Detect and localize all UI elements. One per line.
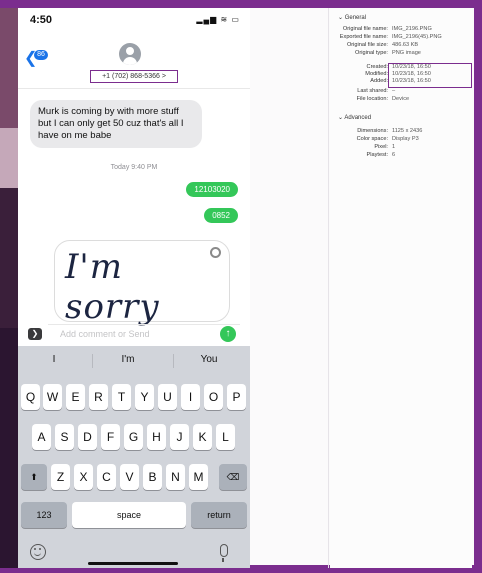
info-key: Created: [366, 64, 388, 70]
left-edge-photo [0, 328, 18, 568]
key-d[interactable]: D [78, 424, 97, 450]
outgoing-message-bubble[interactable]: 12103020 [186, 182, 238, 197]
key-g[interactable]: G [124, 424, 143, 450]
info-key: Color space: [356, 136, 388, 142]
emoji-icon[interactable] [30, 544, 46, 560]
info-key: Pixel: [374, 144, 388, 150]
info-value: Display P3 [392, 136, 419, 142]
prediction-item[interactable]: I'm [116, 354, 140, 365]
home-indicator [88, 562, 178, 565]
info-value: Device [392, 96, 410, 102]
key-r[interactable]: R [89, 384, 108, 410]
key-b[interactable]: B [143, 464, 162, 490]
key-h[interactable]: H [147, 424, 166, 450]
header-divider [18, 88, 250, 89]
key-o[interactable]: O [204, 384, 223, 410]
advanced-heading-text: Advanced [344, 115, 372, 121]
info-value: 1 [392, 144, 396, 150]
microphone-icon[interactable] [220, 544, 228, 562]
delete-icon[interactable]: ⌫ [219, 464, 247, 490]
key-p[interactable]: P [227, 384, 246, 410]
prediction-divider [92, 354, 93, 368]
outgoing-message-bubble[interactable]: 0852 [204, 208, 238, 223]
phone-screenshot: 4:50 ▂▄▆ ≋ ▭ ❮ 86 +1 (702) 868-5366 > Mu… [18, 8, 250, 568]
status-icons: ▂▄▆ ≋ ▭ [196, 15, 240, 24]
file-info-panel: ⌄ General Original file name: IMG_2196.PN… [330, 8, 472, 568]
key-f[interactable]: F [101, 424, 120, 450]
key-m[interactable]: M [189, 464, 208, 490]
info-key: Exported file name: [339, 34, 388, 40]
message-timestamp: Today 9:40 PM [110, 164, 158, 171]
return-key[interactable]: return [191, 502, 247, 528]
info-value: 6 [392, 152, 396, 158]
info-value: IMG_2196.PNG [392, 26, 432, 32]
unread-badge[interactable]: 86 [34, 50, 48, 60]
general-section-heading[interactable]: ⌄ General [338, 14, 366, 21]
info-key: Original type: [355, 50, 388, 56]
info-key: Dimensions: [357, 128, 388, 134]
contact-phone-number[interactable]: +1 (702) 868-5366 > [90, 70, 178, 83]
prediction-bar: I I'm You [18, 346, 250, 376]
key-e[interactable]: E [66, 384, 85, 410]
key-s[interactable]: S [55, 424, 74, 450]
status-bar: 4:50 ▂▄▆ ≋ ▭ [18, 8, 250, 30]
handwriting-canvas[interactable]: I'm sorry [54, 240, 230, 327]
prediction-item[interactable]: I [48, 354, 60, 365]
shift-icon[interactable]: ⬆ [21, 464, 47, 490]
info-value: PNG image [392, 50, 421, 56]
person-head-icon [126, 47, 134, 55]
key-t[interactable]: T [112, 384, 131, 410]
info-key: Modified: [365, 71, 388, 77]
info-key: Playtest: [366, 152, 388, 158]
key-i[interactable]: I [181, 384, 200, 410]
prediction-divider [173, 354, 174, 368]
status-time: 4:50 [30, 14, 53, 26]
info-key: Original file name: [342, 26, 388, 32]
key-l[interactable]: L [216, 424, 235, 450]
space-key[interactable]: space [72, 502, 186, 528]
general-heading-text: General [344, 15, 367, 21]
info-value: 486.63 KB [392, 42, 419, 48]
handwriting-text: I'm sorry [65, 247, 160, 327]
advanced-section-heading[interactable]: ⌄ Advanced [338, 114, 371, 121]
comment-placeholder: Add comment or Send [60, 329, 150, 339]
info-value: 10/23/18, 16:50 [392, 78, 431, 84]
key-v[interactable]: V [120, 464, 139, 490]
send-arrow-icon[interactable]: ↑ [220, 326, 236, 342]
person-body-icon [123, 57, 137, 65]
info-key: File location: [356, 96, 388, 102]
key-y[interactable]: Y [135, 384, 154, 410]
info-key: Last shared: [357, 88, 388, 94]
key-c[interactable]: C [97, 464, 116, 490]
key-x[interactable]: X [74, 464, 93, 490]
key-k[interactable]: K [193, 424, 212, 450]
info-value: 10/23/18, 16:50 [392, 64, 431, 70]
left-edge-photo [0, 128, 18, 188]
key-a[interactable]: A [32, 424, 51, 450]
contact-avatar[interactable] [119, 43, 141, 65]
incoming-message-bubble[interactable]: Murk is coming by with more stuff but I … [30, 100, 202, 148]
key-n[interactable]: N [166, 464, 185, 490]
info-value: 1125 x 2436 [392, 128, 423, 134]
info-value: – [392, 88, 396, 94]
panel-divider [328, 8, 329, 568]
key-j[interactable]: J [170, 424, 189, 450]
info-key: Added: [370, 78, 388, 84]
info-value: IMG_2196(45).PNG [392, 34, 442, 40]
expand-apps-icon[interactable]: ❯ [28, 328, 42, 340]
left-edge-photo [0, 188, 18, 328]
numbers-key[interactable]: 123 [21, 502, 67, 528]
key-w[interactable]: W [43, 384, 62, 410]
info-key: Original file size: [346, 42, 388, 48]
comment-input[interactable]: Add comment or Send ↑ [48, 324, 240, 343]
left-edge-photo [0, 8, 18, 128]
key-u[interactable]: U [158, 384, 177, 410]
key-q[interactable]: Q [21, 384, 40, 410]
prediction-item[interactable]: You [194, 354, 224, 365]
keyboard: I I'm You Q W E R T Y U I O P A S D F G … [18, 346, 250, 568]
info-value: 10/23/18, 16:50 [392, 71, 431, 77]
key-z[interactable]: Z [51, 464, 70, 490]
